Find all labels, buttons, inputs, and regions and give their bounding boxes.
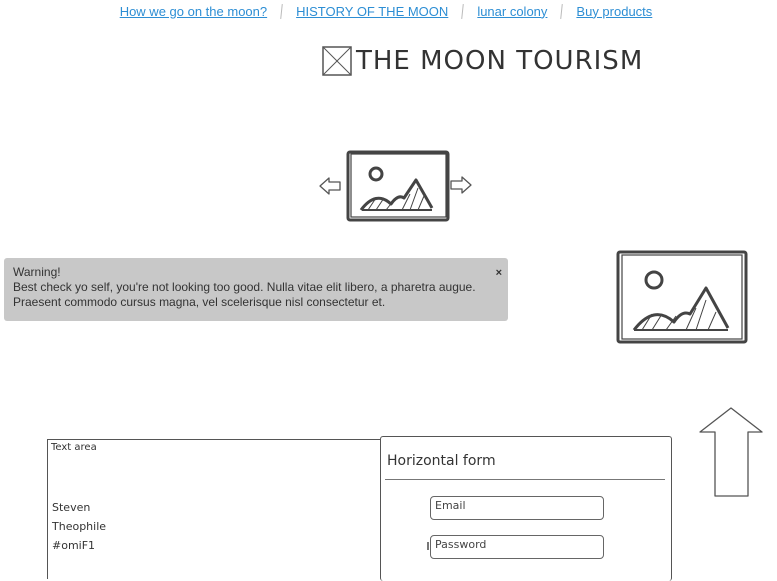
field-marker (427, 542, 429, 550)
warning-alert: Warning! Best check yo self, you're not … (4, 258, 508, 321)
text-area[interactable]: Text area Steven Theophile #omiF1 (47, 439, 383, 579)
form-title: Horizontal form (387, 453, 496, 469)
text-area-line: Steven (52, 501, 91, 514)
nav-link-history[interactable]: HISTORY OF THE MOON (296, 4, 448, 19)
password-field[interactable]: Password (430, 535, 604, 559)
form-divider (385, 479, 665, 480)
nav-separator (280, 3, 283, 19)
logo-text: THE MOON TOURISM (356, 46, 644, 76)
alert-title: Warning! (13, 265, 61, 279)
image-placeholder-icon (616, 250, 748, 344)
image-placeholder-icon (322, 46, 352, 76)
text-area-label: Text area (51, 442, 97, 453)
nav-separator (461, 3, 465, 19)
close-icon[interactable]: × (496, 266, 502, 281)
text-area-line: Theophile (52, 520, 107, 533)
top-nav: How we go on the moon? HISTORY OF THE MO… (0, 0, 777, 22)
text-area-content: Steven Theophile #omiF1 (52, 498, 106, 555)
text-area-line: #omiF1 (52, 539, 96, 552)
nav-link-how-we-go[interactable]: How we go on the moon? (120, 4, 267, 19)
nav-link-buy-products[interactable]: Buy products (576, 4, 652, 19)
alert-message: Best check yo self, you're not looking t… (13, 280, 476, 309)
image-placeholder-icon (346, 150, 450, 222)
horizontal-form: Horizontal form Email Password (380, 436, 672, 581)
nav-link-lunar-colony[interactable]: lunar colony (477, 4, 547, 19)
arrow-up-icon[interactable] (698, 406, 764, 498)
site-logo[interactable]: THE MOON TOURISM (322, 44, 643, 78)
arrow-left-icon[interactable] (318, 176, 342, 196)
arrow-right-icon[interactable] (449, 175, 473, 195)
email-field[interactable]: Email (430, 496, 604, 520)
nav-separator (560, 3, 564, 19)
